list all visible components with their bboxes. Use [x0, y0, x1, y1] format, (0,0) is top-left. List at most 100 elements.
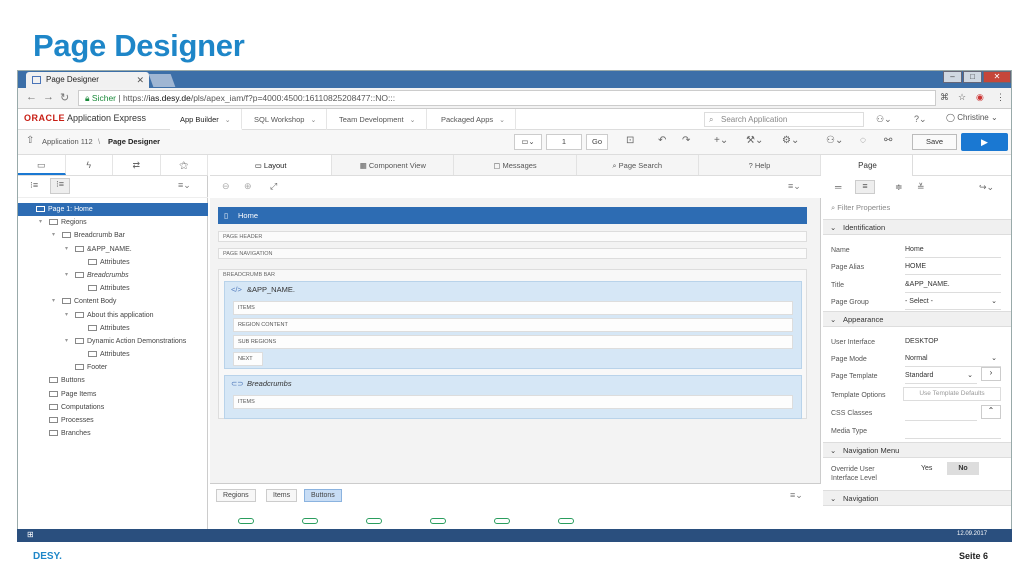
- team-icon[interactable]: ⚇⌄: [826, 135, 843, 146]
- tree-node[interactable]: Page 1: Home: [18, 203, 208, 217]
- page-header-slot[interactable]: PAGE HEADER: [218, 231, 807, 242]
- tree-node[interactable]: Attributes: [18, 348, 208, 361]
- gallery-menu-icon[interactable]: ≡⌄: [790, 490, 803, 501]
- tree-node[interactable]: ▾ About this application: [18, 309, 208, 322]
- sharing-icon[interactable]: ⚯: [884, 135, 892, 146]
- filter-properties-input[interactable]: ⌕ Filter Properties: [831, 203, 890, 213]
- search-application-input[interactable]: ⌕ Search Application: [704, 112, 864, 127]
- show-common-icon[interactable]: ═: [835, 182, 841, 192]
- browser-menu-icon[interactable]: ⋮: [996, 92, 1005, 103]
- name-field[interactable]: Home: [905, 244, 1001, 258]
- toggle-no[interactable]: No: [947, 462, 979, 475]
- tree-node[interactable]: Processes: [18, 414, 208, 427]
- lock-page-icon[interactable]: ⊡: [626, 135, 634, 146]
- tab-help[interactable]: ? Help: [699, 155, 822, 175]
- chevron-down-icon[interactable]: ▾: [65, 335, 68, 348]
- tree-node[interactable]: Buttons: [18, 374, 208, 387]
- expand-all-icon[interactable]: ≚: [917, 182, 925, 193]
- group-identification[interactable]: ⌄ Identification: [823, 219, 1011, 235]
- gallery-tab-regions[interactable]: Regions: [216, 489, 256, 502]
- oracle-apex-logo[interactable]: ORACLE Application Express: [24, 113, 146, 123]
- tab-layout[interactable]: ▭ Layout: [210, 155, 333, 175]
- tab-page[interactable]: Page: [823, 155, 913, 176]
- utilities-icon[interactable]: ⚒⌄: [746, 135, 763, 146]
- tree-node[interactable]: ▾ Regions: [18, 216, 208, 229]
- tree-node[interactable]: ▾ Content Body: [18, 295, 208, 308]
- browser-tab[interactable]: Page Designer ✕: [26, 72, 149, 88]
- gallery-tab-buttons[interactable]: Buttons: [304, 489, 342, 502]
- sub-regions-slot[interactable]: SUB REGIONS: [233, 335, 793, 349]
- tree-node[interactable]: ▾ &APP_NAME.: [18, 243, 208, 256]
- save-button[interactable]: Save: [912, 134, 957, 150]
- css-classes-field[interactable]: [905, 407, 977, 421]
- tree-node[interactable]: Computations: [18, 401, 208, 414]
- title-field[interactable]: &APP_NAME.: [905, 279, 1001, 293]
- tree-node[interactable]: ▾ Dynamic Action Demonstrations: [18, 335, 208, 348]
- tree-node[interactable]: Branches: [18, 427, 208, 440]
- go-to-template-icon[interactable]: ›: [981, 367, 1001, 381]
- extension-icon[interactable]: ◉: [976, 92, 984, 103]
- star-icon[interactable]: ☆: [958, 92, 966, 103]
- page-number-field[interactable]: 1: [546, 134, 582, 150]
- start-icon[interactable]: ⊞: [27, 530, 34, 539]
- user-menu[interactable]: ◯ Christine ⌄: [946, 113, 998, 122]
- chevron-down-icon[interactable]: ▾: [52, 295, 55, 308]
- minimize-icon[interactable]: –: [943, 71, 962, 83]
- page-menu-icon[interactable]: ▭⌄: [514, 134, 542, 150]
- tree-node[interactable]: Attributes: [18, 256, 208, 269]
- group-by-component-type-icon[interactable]: ⁝≡: [50, 178, 70, 194]
- zoom-out-icon[interactable]: ⊖: [222, 181, 230, 192]
- items-slot[interactable]: ITEMS: [233, 301, 793, 315]
- tree-node[interactable]: Footer: [18, 361, 208, 374]
- page-home-bar[interactable]: ▯ Home: [218, 207, 807, 224]
- run-page-button[interactable]: ▶: [961, 133, 1008, 151]
- tree-node[interactable]: Attributes: [18, 282, 208, 295]
- page-group-select[interactable]: - Select - ⌄: [905, 296, 1001, 310]
- region-content-slot[interactable]: REGION CONTENT: [233, 318, 793, 332]
- tab-sql-workshop[interactable]: SQL Workshop ⌄: [244, 109, 328, 130]
- chevron-down-icon[interactable]: ▾: [65, 243, 68, 256]
- tab-app-builder[interactable]: App Builder ⌄: [170, 109, 242, 130]
- tree-node[interactable]: Attributes: [18, 322, 208, 335]
- page-template-select[interactable]: Standard ⌄: [905, 370, 977, 384]
- zoom-in-icon[interactable]: ⊕: [244, 181, 252, 192]
- url-field[interactable]: 🔒︎ Sicher | https://ias.desy.de/pls/apex…: [78, 90, 936, 106]
- region-app-name[interactable]: </> &APP_NAME. ITEMS REGION CONTENT SUB R…: [224, 281, 802, 369]
- reload-icon[interactable]: ↻: [60, 91, 69, 104]
- redo-icon[interactable]: ↷: [682, 135, 690, 146]
- create-icon[interactable]: +⌄: [714, 135, 728, 146]
- go-button[interactable]: Go: [586, 134, 608, 150]
- group-navigation[interactable]: ⌄ Navigation: [823, 490, 1011, 506]
- chevron-down-icon[interactable]: ▾: [65, 309, 68, 322]
- back-icon[interactable]: ←: [26, 91, 37, 103]
- tab-page-search[interactable]: ⌕ Page Search: [577, 155, 699, 175]
- tree-node[interactable]: ▾ Breadcrumb Bar: [18, 229, 208, 242]
- chevron-down-icon[interactable]: ▾: [39, 216, 42, 229]
- tree-node[interactable]: Page Items: [18, 388, 208, 401]
- tab-messages[interactable]: ▢ Messages: [454, 155, 577, 175]
- comments-icon[interactable]: ◌: [860, 135, 866, 146]
- tab-rendering[interactable]: ▭: [18, 155, 66, 175]
- group-navigation-menu[interactable]: ⌄ Navigation Menu: [823, 442, 1011, 458]
- go-to-group-icon[interactable]: ↪⌄: [979, 182, 994, 193]
- tab-dynamic-actions[interactable]: ϟ: [66, 155, 113, 175]
- tab-component-view[interactable]: ▦ Component View: [332, 155, 455, 175]
- tab-packaged-apps[interactable]: Packaged Apps ⌄: [431, 109, 516, 130]
- breadcrumb-application[interactable]: Application 112: [42, 137, 93, 146]
- close-tab-icon[interactable]: ✕: [136, 72, 144, 88]
- group-by-processing-order-icon[interactable]: ⁝≡: [30, 180, 38, 191]
- breadcrumb-bar-slot[interactable]: BREADCRUMB BAR </> &APP_NAME. ITEMS REGIO…: [218, 269, 807, 419]
- tab-team-development[interactable]: Team Development ⌄: [329, 109, 427, 130]
- chevron-down-icon[interactable]: ▾: [65, 269, 68, 282]
- tree-node[interactable]: ▾ Breadcrumbs: [18, 269, 208, 282]
- collapse-all-icon[interactable]: ≑: [895, 182, 903, 193]
- shared-components-icon[interactable]: ⚙⌄: [782, 135, 799, 146]
- admin-icon[interactable]: ⚇⌄: [876, 114, 892, 125]
- page-mode-select[interactable]: Normal ⌄: [905, 353, 1001, 367]
- tree-menu-icon[interactable]: ≡⌄: [178, 180, 191, 191]
- new-tab-button[interactable]: [148, 74, 176, 87]
- translate-icon[interactable]: ⌘: [940, 92, 949, 103]
- tab-shared-components[interactable]: ⚝: [161, 155, 208, 175]
- maximize-icon[interactable]: □: [963, 71, 982, 83]
- page-alias-field[interactable]: HOME: [905, 261, 1001, 275]
